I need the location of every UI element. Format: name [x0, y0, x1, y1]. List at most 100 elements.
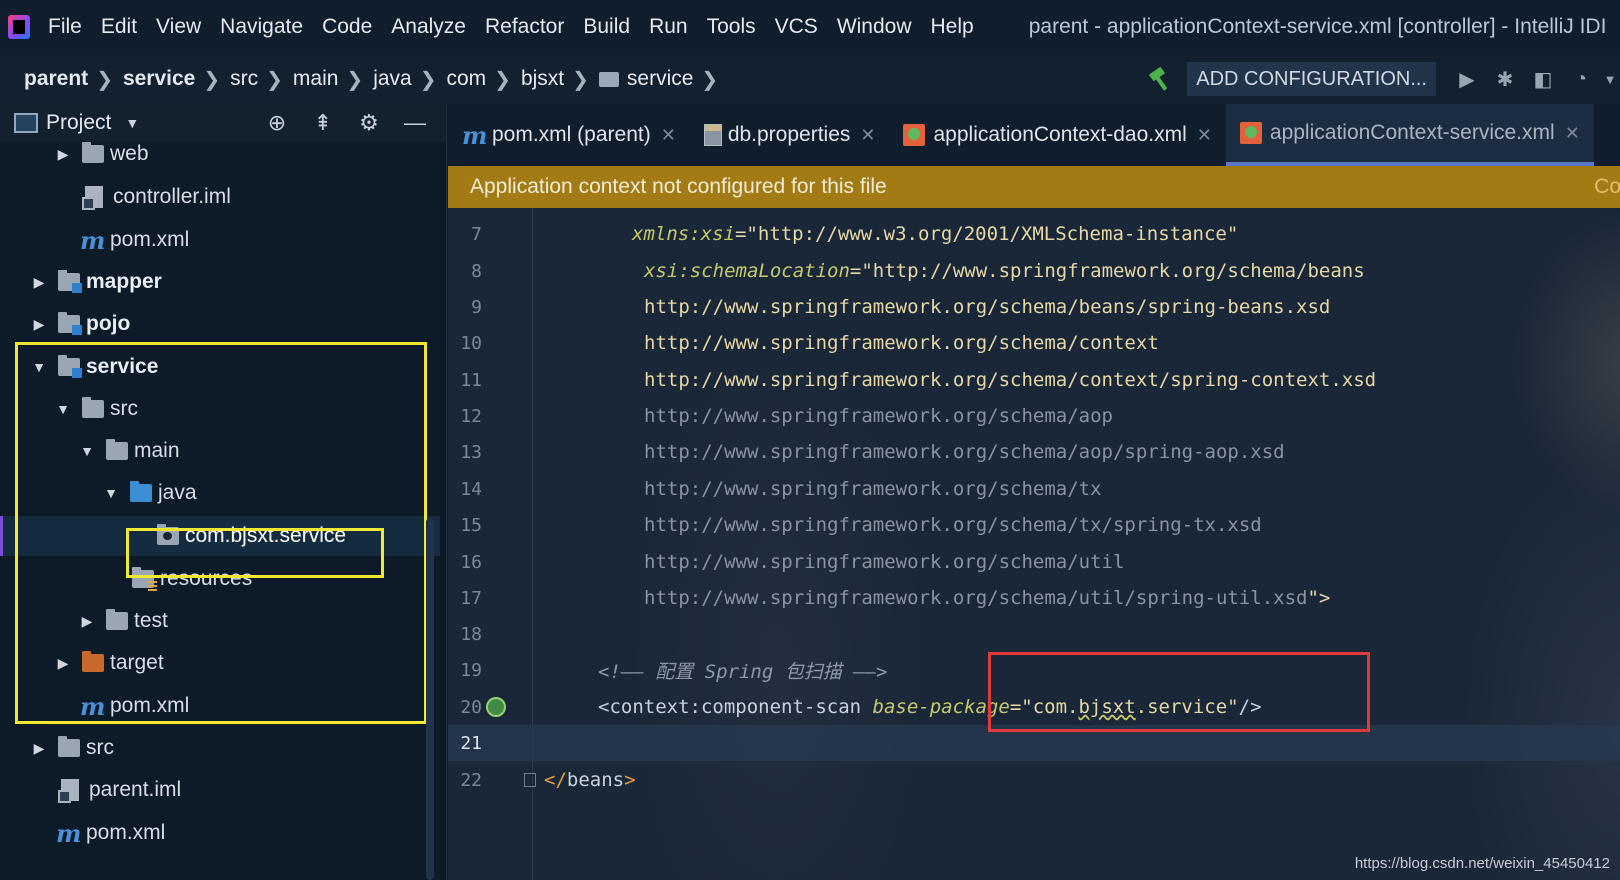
code-line[interactable]: 9 http://www.springframework.org/schema/…: [448, 289, 1620, 325]
chevron-down-icon[interactable]: ▼: [125, 115, 139, 131]
tree-item-pom-xml[interactable]: m pom.xml: [0, 813, 440, 853]
code-line[interactable]: 7 xmlns:xsi="http://www.w3.org/2001/XMLS…: [448, 216, 1620, 252]
fold-marker-icon[interactable]: [524, 773, 536, 787]
run-toolbar: ADD CONFIGURATION... ▶ ✱ ◧ ◔ ▼: [1147, 54, 1620, 104]
tab-db-properties[interactable]: db.properties ✕: [690, 104, 890, 166]
line-number: 9: [471, 296, 482, 318]
breadcrumb-src[interactable]: src: [230, 67, 258, 91]
hide-panel-icon[interactable]: —: [392, 110, 438, 136]
breadcrumb-service-module[interactable]: service: [123, 67, 195, 91]
schema-url: http://www.springframework.org/schema/be…: [644, 296, 1331, 318]
close-icon[interactable]: ✕: [1565, 123, 1580, 144]
watermark-text: https://blog.csdn.net/weixin_45450412: [1354, 855, 1610, 872]
menu-build[interactable]: Build: [583, 15, 630, 39]
xml-tag: </: [544, 769, 567, 791]
code-line[interactable]: 13 http://www.springframework.org/schema…: [448, 434, 1620, 470]
expand-arrow-icon[interactable]: ▶: [30, 316, 48, 333]
tree-item-web[interactable]: ▶ web: [0, 134, 440, 174]
coverage-icon[interactable]: ◧: [1524, 64, 1562, 94]
schema-url: http://www.springframework.org/schema/ao…: [644, 405, 1113, 427]
schema-url: http://www.springframework.org/schema/co…: [644, 332, 1159, 354]
tree-item-src[interactable]: ▶ src: [0, 728, 440, 768]
tree-item-controller-iml[interactable]: controller.iml: [0, 177, 440, 217]
tab-label: applicationContext-dao.xml: [933, 123, 1187, 146]
code-line[interactable]: 17 http://www.springframework.org/schema…: [448, 580, 1620, 616]
menu-code[interactable]: Code: [322, 15, 372, 39]
menu-run[interactable]: Run: [649, 15, 688, 39]
tree-item-pom-xml[interactable]: m pom.xml: [0, 220, 440, 260]
menu-refactor[interactable]: Refactor: [485, 15, 564, 39]
tree-item-label: pojo: [86, 312, 131, 335]
expand-arrow-icon[interactable]: ▶: [30, 274, 48, 291]
project-view-selector[interactable]: Project: [46, 111, 111, 135]
xml-attribute-value-end: ">: [1307, 587, 1331, 609]
collapse-all-icon[interactable]: ⇞: [300, 110, 346, 136]
breadcrumb-bjsxt[interactable]: bjsxt: [521, 67, 564, 91]
menu-bar: File Edit View Navigate Code Analyze Ref…: [0, 0, 1620, 54]
code-line[interactable]: 10 http://www.springframework.org/schema…: [448, 325, 1620, 361]
breadcrumb-parent[interactable]: parent: [24, 67, 88, 91]
run-icon[interactable]: ▶: [1448, 64, 1486, 94]
menu-vcs[interactable]: VCS: [775, 15, 818, 39]
code-line[interactable]: 15 http://www.springframework.org/schema…: [448, 507, 1620, 543]
code-line[interactable]: 12 http://www.springframework.org/schema…: [448, 398, 1620, 434]
expand-arrow-icon[interactable]: ▶: [30, 740, 48, 757]
tab-pom-xml-parent[interactable]: m pom.xml (parent) ✕: [448, 104, 690, 166]
breadcrumb-service-package[interactable]: service: [627, 67, 694, 91]
menu-window[interactable]: Window: [837, 15, 912, 39]
close-icon[interactable]: ✕: [1197, 125, 1212, 146]
build-hammer-icon[interactable]: [1147, 66, 1173, 92]
xml-tag: >: [624, 769, 636, 791]
code-line[interactable]: 8 xsi:schemaLocation="http://www.springf…: [448, 253, 1620, 289]
chevron-down-icon[interactable]: ▼: [1600, 64, 1620, 94]
schema-url: http://www.springframework.org/schema/ao…: [644, 441, 1285, 463]
menu-view[interactable]: View: [156, 15, 201, 39]
close-icon[interactable]: ✕: [860, 125, 875, 146]
chevron-right-icon: ❯: [419, 68, 437, 91]
maven-icon: m: [80, 225, 106, 255]
chevron-right-icon: ❯: [346, 68, 364, 91]
menu-file[interactable]: File: [48, 15, 82, 39]
breadcrumb-com[interactable]: com: [446, 67, 486, 91]
code-line[interactable]: 22 </beans>: [448, 762, 1620, 798]
schema-url: http://www.springframework.org/schema/ut…: [644, 551, 1125, 573]
spring-bean-gutter-icon[interactable]: [486, 697, 506, 717]
gear-icon[interactable]: ⚙: [346, 110, 392, 136]
code-line[interactable]: 16 http://www.springframework.org/schema…: [448, 544, 1620, 580]
chevron-right-icon: ❯: [203, 68, 221, 91]
intellij-logo-icon: [8, 15, 30, 39]
code-line[interactable]: 11 http://www.springframework.org/schema…: [448, 362, 1620, 398]
tree-item-label: src: [86, 736, 114, 759]
tree-item-label: pom.xml: [110, 228, 190, 251]
tab-applicationcontext-dao[interactable]: applicationContext-dao.xml ✕: [889, 104, 1225, 166]
schema-url: http://www.springframework.org/schema/tx: [644, 478, 1102, 500]
close-icon[interactable]: ✕: [661, 125, 676, 146]
code-line[interactable]: 18: [448, 616, 1620, 652]
breadcrumb-main[interactable]: main: [293, 67, 339, 91]
highlight-box-base-package: [988, 652, 1370, 732]
locate-file-icon[interactable]: ⊕: [254, 110, 300, 136]
debug-bug-icon[interactable]: ✱: [1486, 64, 1524, 94]
menu-navigate[interactable]: Navigate: [220, 15, 303, 39]
tree-item-parent-iml[interactable]: parent.iml: [0, 770, 440, 810]
menu-tools[interactable]: Tools: [707, 15, 756, 39]
tree-item-pojo[interactable]: ▶ pojo: [0, 304, 440, 344]
expand-arrow-icon[interactable]: ▶: [54, 146, 72, 163]
project-scrollbar[interactable]: [426, 518, 434, 880]
tab-applicationcontext-service[interactable]: applicationContext-service.xml ✕: [1225, 104, 1594, 166]
menu-analyze[interactable]: Analyze: [391, 15, 466, 39]
breadcrumb-java[interactable]: java: [373, 67, 412, 91]
line-number: 20: [460, 696, 482, 718]
menu-help[interactable]: Help: [931, 15, 974, 39]
menu-edit[interactable]: Edit: [101, 15, 137, 39]
tree-item-mapper[interactable]: ▶ mapper: [0, 262, 440, 302]
configure-link[interactable]: Cor: [1594, 175, 1620, 199]
line-number: 12: [460, 405, 482, 427]
tree-item-label: parent.iml: [89, 778, 182, 801]
spring-xml-icon: [1239, 122, 1262, 144]
window-title: parent - applicationContext-service.xml …: [1028, 15, 1607, 38]
code-line[interactable]: 14 http://www.springframework.org/schema…: [448, 471, 1620, 507]
highlight-box-package: [126, 528, 384, 578]
profile-icon[interactable]: ◔: [1562, 64, 1600, 94]
add-configuration-button[interactable]: ADD CONFIGURATION...: [1187, 62, 1436, 96]
